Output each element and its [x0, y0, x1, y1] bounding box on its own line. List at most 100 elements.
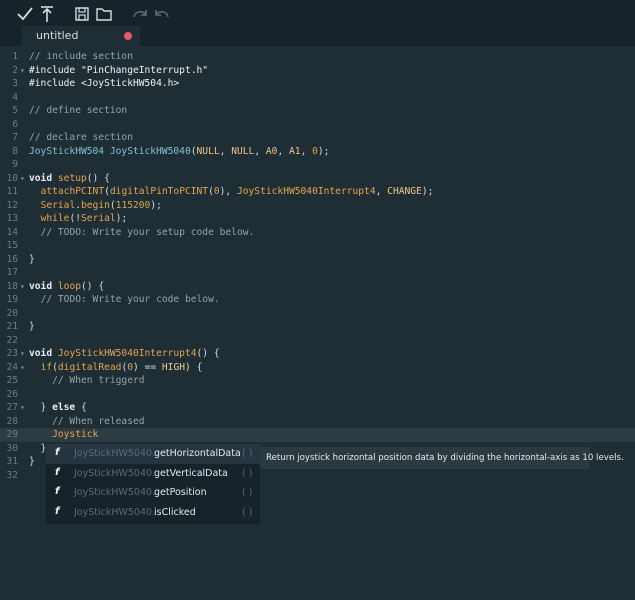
code-line[interactable]: 2 ▾ #include "PinChangeInterrupt.h"	[0, 64, 635, 78]
code-text: while(!Serial);	[40, 213, 128, 224]
undo-icon[interactable]	[151, 3, 173, 25]
autocomplete-item[interactable]: f JoyStickHW5040. isClicked ( )	[46, 503, 260, 523]
code-text: attachPCINT(digitalPinToPCINT(0), JoySti…	[40, 186, 434, 197]
code-line[interactable]: 27 ▾ } else {	[0, 401, 635, 415]
code-text: #include <JoyStickHW504.h>	[29, 78, 180, 89]
autocomplete-item[interactable]: f JoyStickHW5040. getPosition ( )	[46, 483, 260, 503]
code-text: #include "PinChangeInterrupt.h"	[29, 64, 209, 76]
function-kind-icon: f	[55, 486, 60, 497]
code-line[interactable]: 14 // TODO: Write your setup code below.	[0, 226, 635, 240]
unsaved-dot-icon[interactable]	[124, 32, 132, 40]
code-line[interactable]: 21}	[0, 320, 635, 334]
autocomplete-context: JoyStickHW5040.	[74, 448, 156, 459]
autocomplete-context: JoyStickHW5040.	[74, 467, 156, 479]
line-number: 17	[6, 267, 18, 278]
toolbar	[0, 0, 635, 26]
line-number: 12	[6, 199, 18, 211]
line-number: 19	[6, 294, 18, 305]
code-line[interactable]: 10 ▾ void setup() {	[0, 172, 635, 186]
code-text: }	[29, 442, 47, 454]
autocomplete-doc-tooltip: Return joystick horizontal position data…	[260, 447, 624, 469]
line-number: 27	[6, 402, 18, 413]
tab-untitled[interactable]: untitled	[22, 26, 140, 47]
line-number: 8	[12, 145, 18, 157]
fold-chevron-icon[interactable]: ▾	[20, 172, 28, 186]
code-line[interactable]: 17	[0, 266, 635, 280]
autocomplete-name: getPosition	[154, 487, 207, 498]
code-line[interactable]: 5 // define section	[0, 104, 635, 118]
line-number: 29	[6, 429, 18, 440]
autocomplete-params: ( )	[242, 467, 253, 479]
tab-bar: untitled	[0, 26, 635, 47]
line-number: 30	[6, 442, 18, 454]
code-text: // include section	[29, 51, 133, 62]
code-line[interactable]: 29 Joystick	[0, 428, 635, 442]
autocomplete-item[interactable]: f JoyStickHW5040. getHorizontalData( )	[46, 444, 260, 464]
code-line[interactable]: 3 #include <JoyStickHW504.h>	[0, 77, 635, 91]
autocomplete-name: getHorizontalData	[154, 448, 241, 459]
code-line[interactable]: 16}	[0, 253, 635, 267]
code-line[interactable]: 4	[0, 91, 635, 105]
code-line[interactable]: 24 ▾ if(digitalRead(0) == HIGH) {	[0, 361, 635, 375]
upload-arrow-icon[interactable]	[36, 3, 58, 25]
autocomplete-params: ( )	[242, 487, 253, 498]
code-line[interactable]: 11 attachPCINT(digitalPinToPCINT(0), Joy…	[0, 185, 635, 199]
code-line[interactable]: 8 JoyStickHW504 JoyStickHW5040(NULL, NULL…	[0, 145, 635, 159]
code-text: void loop() {	[29, 280, 105, 292]
code-line[interactable]: 12 Serial.begin(115200);	[0, 199, 635, 213]
open-folder-icon[interactable]	[93, 3, 115, 25]
function-kind-icon: f	[55, 466, 60, 478]
code-line[interactable]: 13 while(!Serial);	[0, 212, 635, 226]
code-line[interactable]: 22	[0, 334, 635, 348]
code-line[interactable]: 1 // include section	[0, 50, 635, 64]
line-number: 10	[6, 172, 18, 184]
code-text: JoyStickHW504 JoyStickHW5040(NULL, NULL,…	[29, 145, 330, 157]
autocomplete-params: ( )	[242, 506, 253, 518]
autocomplete-name: getVerticalData	[154, 467, 228, 479]
code-line[interactable]: 6	[0, 118, 635, 132]
code-text: // define section	[29, 105, 128, 116]
line-number: 11	[6, 186, 18, 197]
code-line[interactable]: 19 // TODO: Write your code below.	[0, 293, 635, 307]
fold-chevron-icon[interactable]: ▾	[20, 401, 28, 415]
code-line[interactable]: 28 // When released	[0, 415, 635, 429]
code-line[interactable]: 18 ▾ void loop() {	[0, 280, 635, 294]
fold-chevron-icon[interactable]: ▾	[20, 347, 28, 361]
line-number: 2	[12, 64, 18, 76]
verify-check-icon[interactable]	[14, 3, 36, 25]
line-number: 20	[6, 307, 18, 319]
fold-chevron-icon[interactable]: ▾	[20, 64, 28, 78]
line-number: 26	[6, 388, 18, 400]
code-line[interactable]: 23 ▾ void JoyStickHW5040Interrupt4() {	[0, 347, 635, 361]
line-number: 4	[12, 91, 18, 103]
code-text: } else {	[29, 402, 87, 413]
autocomplete-item[interactable]: f JoyStickHW5040. getVerticalData ( )	[46, 464, 260, 484]
line-number: 24	[6, 361, 18, 373]
fold-chevron-icon[interactable]: ▾	[20, 361, 28, 375]
line-number: 28	[6, 415, 18, 427]
autocomplete-popup: f JoyStickHW5040. getHorizontalData( ) f Joy…	[46, 444, 260, 524]
code-line[interactable]: 20	[0, 307, 635, 321]
code-line[interactable]: 9	[0, 158, 635, 172]
autocomplete-name: isClicked	[154, 506, 196, 518]
code-line[interactable]: 25 // When triggerd	[0, 374, 635, 388]
code-text: Serial.begin(115200);	[40, 199, 162, 211]
code-line[interactable]: 7 // declare section	[0, 131, 635, 145]
line-number: 16	[6, 253, 18, 265]
save-icon[interactable]	[71, 3, 93, 25]
line-number: 18	[6, 280, 18, 292]
line-number: 9	[12, 159, 18, 170]
line-number: 7	[12, 132, 18, 143]
code-line[interactable]: 15	[0, 239, 635, 253]
function-kind-icon: f	[55, 447, 60, 458]
fold-chevron-icon[interactable]: ▾	[20, 280, 28, 294]
code-text: }	[29, 321, 35, 332]
code-text: }	[29, 456, 35, 467]
line-number: 14	[6, 226, 18, 238]
line-number: 13	[6, 213, 18, 224]
line-number: 31	[6, 456, 18, 467]
line-number: 6	[12, 118, 18, 130]
code-line[interactable]: 26	[0, 388, 635, 402]
redo-icon[interactable]	[129, 3, 151, 25]
code-text: // When triggerd	[52, 375, 145, 386]
